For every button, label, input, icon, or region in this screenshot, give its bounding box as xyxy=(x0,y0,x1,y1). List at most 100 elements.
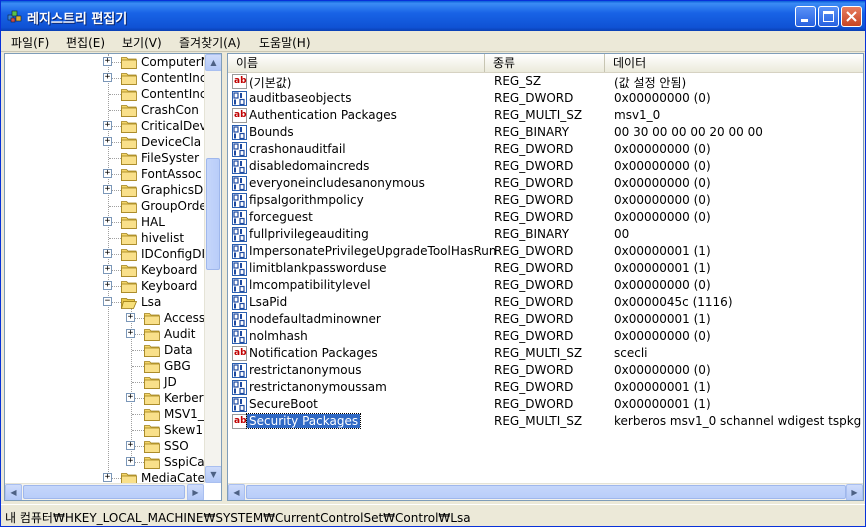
tree-expander-icon[interactable]: + xyxy=(126,393,135,402)
tree-expander-icon[interactable]: + xyxy=(103,57,112,66)
tree-item[interactable]: + ComputerN xyxy=(5,54,210,70)
tree-item[interactable]: + ContentInc xyxy=(5,70,206,86)
tree-expander-icon[interactable]: + xyxy=(103,169,112,178)
registry-value-row[interactable]: auditbaseobjects REG_DWORD 0x00000000 (0) xyxy=(228,90,863,107)
tree-item[interactable]: + DeviceCla xyxy=(5,134,205,150)
binary-value-icon xyxy=(232,363,247,378)
tree-vertical-scrollbar[interactable]: ▲ ▼ xyxy=(204,54,221,483)
tree-item[interactable]: + GraphicsD xyxy=(5,182,205,198)
menu-edit[interactable]: 편집(E) xyxy=(66,34,105,51)
tree-expander-icon[interactable]: + xyxy=(103,473,112,482)
tree-item[interactable]: MSV1_ xyxy=(5,406,205,422)
registry-values-pane[interactable]: 이름 종류 데이터 ab (기본값) REG_SZ (값 설정 안됨) auditbas… xyxy=(227,53,864,501)
value-data: 0x00000001 (1) xyxy=(614,244,711,258)
tree-item[interactable]: hivelist xyxy=(5,230,205,246)
tree-item[interactable]: + HAL xyxy=(5,214,205,230)
registry-value-row[interactable]: ab Notification Packages REG_MULTI_SZ scecl… xyxy=(228,345,863,362)
tree-item[interactable]: + Kerber xyxy=(5,390,205,406)
menu-file[interactable]: 파일(F) xyxy=(11,34,49,51)
tree-item[interactable]: + SspiCa xyxy=(5,454,205,470)
maximize-button[interactable] xyxy=(818,6,839,27)
tree-horizontal-scrollbar[interactable]: ◀ ▶ xyxy=(5,483,204,500)
tree-scroll-thumb[interactable] xyxy=(206,158,220,270)
tree-item[interactable]: + CriticalDev xyxy=(5,118,207,134)
tree-item-label: Skew1 xyxy=(164,423,203,437)
tree-item[interactable]: − Lsa xyxy=(5,294,205,310)
tree-expander-icon[interactable]: + xyxy=(103,185,112,194)
column-header-type[interactable]: 종류 xyxy=(485,54,605,72)
tree-item-label: JD xyxy=(164,375,177,389)
registry-value-row[interactable]: LsaPid REG_DWORD 0x0000045c (1116) xyxy=(228,294,863,311)
minimize-button[interactable] xyxy=(795,6,816,27)
registry-value-row[interactable]: ab Security Packages REG_MULTI_SZ kerberos … xyxy=(228,413,863,430)
tree-expander-icon[interactable]: + xyxy=(126,313,135,322)
scroll-left-button[interactable]: ◀ xyxy=(228,484,245,500)
tree-expander-icon[interactable]: + xyxy=(126,329,135,338)
column-header-name[interactable]: 이름 xyxy=(228,54,485,72)
folder-icon xyxy=(121,153,137,165)
menu-help[interactable]: 도움말(H) xyxy=(259,34,311,51)
menu-favorites[interactable]: 즐겨찾기(A) xyxy=(179,34,241,51)
tree-item[interactable]: + SSO xyxy=(5,438,205,454)
tree-item[interactable]: + Audit xyxy=(5,326,205,342)
scroll-right-button[interactable]: ▶ xyxy=(187,484,204,500)
registry-tree-pane[interactable]: + ComputerN + ContentInc ContentInc CrashCon +… xyxy=(4,53,222,501)
registry-value-row[interactable]: Bounds REG_BINARY 00 30 00 00 00 20 00 00 xyxy=(228,124,863,141)
scroll-down-button[interactable]: ▼ xyxy=(205,466,221,483)
tree-expander-icon[interactable]: + xyxy=(103,281,112,290)
registry-value-row[interactable]: everyoneincludesanonymous REG_DWORD 0x0000… xyxy=(228,175,863,192)
tree-expander-icon[interactable]: + xyxy=(103,137,112,146)
tree-item[interactable]: + FontAssoc xyxy=(5,166,205,182)
tree-item[interactable]: ContentInc xyxy=(5,86,206,102)
tree-expander-icon[interactable]: + xyxy=(103,73,112,82)
tree-expander-icon[interactable]: + xyxy=(103,121,112,130)
registry-value-row[interactable]: crashonauditfail REG_DWORD 0x00000000 (0) xyxy=(228,141,863,158)
registry-value-row[interactable]: ab (기본값) REG_SZ (값 설정 안됨) xyxy=(228,73,863,90)
registry-value-row[interactable]: nodefaultadminowner REG_DWORD 0x00000001 (… xyxy=(228,311,863,328)
values-horizontal-scrollbar[interactable]: ◀ ▶ xyxy=(228,483,863,500)
value-data: 0x00000000 (0) xyxy=(614,176,711,190)
registry-value-row[interactable]: fullprivilegeauditing REG_BINARY 00 xyxy=(228,226,863,243)
registry-value-row[interactable]: disabledomaincreds REG_DWORD 0x00000000 (0… xyxy=(228,158,863,175)
tree-item[interactable]: GBG xyxy=(5,358,205,374)
registry-value-row[interactable]: lmcompatibilitylevel REG_DWORD 0x00000000 … xyxy=(228,277,863,294)
registry-value-row[interactable]: ImpersonatePrivilegeUpgradeToolHasRun REG… xyxy=(228,243,863,260)
registry-value-row[interactable]: limitblankpassworduse REG_DWORD 0x00000001… xyxy=(228,260,863,277)
close-button[interactable] xyxy=(841,6,862,27)
column-header-data[interactable]: 데이터 xyxy=(605,54,863,72)
registry-value-row[interactable]: restrictanonymous REG_DWORD 0x00000000 (0) xyxy=(228,362,863,379)
value-name: Bounds xyxy=(249,125,294,139)
tree-item-label: SspiCa xyxy=(164,455,205,469)
tree-expander-icon[interactable]: + xyxy=(126,457,135,466)
registry-value-row[interactable]: SecureBoot REG_DWORD 0x00000001 (1) xyxy=(228,396,863,413)
tree-expander-icon[interactable]: + xyxy=(103,265,112,274)
scroll-left-button[interactable]: ◀ xyxy=(5,484,22,500)
registry-value-row[interactable]: restrictanonymoussam REG_DWORD 0x00000001 … xyxy=(228,379,863,396)
scroll-right-button[interactable]: ▶ xyxy=(846,484,863,500)
tree-item[interactable]: JD xyxy=(5,374,205,390)
tree-item[interactable]: Data xyxy=(5,342,205,358)
registry-value-row[interactable]: forceguest REG_DWORD 0x00000000 (0) xyxy=(228,209,863,226)
tree-item[interactable]: Skew1 xyxy=(5,422,205,438)
tree-expander-icon[interactable]: + xyxy=(103,217,112,226)
tree-expander-icon[interactable]: + xyxy=(103,249,112,258)
registry-value-row[interactable]: fipsalgorithmpolicy REG_DWORD 0x00000000 (… xyxy=(228,192,863,209)
tree-item[interactable]: + Access xyxy=(5,310,205,326)
menu-view[interactable]: 보기(V) xyxy=(122,34,162,51)
scroll-up-button[interactable]: ▲ xyxy=(205,54,221,71)
tree-hscroll-thumb[interactable] xyxy=(23,485,185,499)
tree-expander-icon[interactable]: + xyxy=(126,441,135,450)
registry-value-row[interactable]: nolmhash REG_DWORD 0x00000000 (0) xyxy=(228,328,863,345)
tree-item[interactable]: + IDConfigDI xyxy=(5,246,205,262)
values-scroll-thumb[interactable] xyxy=(246,485,846,499)
tree-item[interactable]: + Keyboard xyxy=(5,278,205,294)
tree-item[interactable]: + Keyboard xyxy=(5,262,205,278)
tree-item-label: Kerber xyxy=(164,391,204,405)
tree-expander-icon[interactable]: − xyxy=(103,297,112,306)
tree-item[interactable]: FileSyster xyxy=(5,150,205,166)
tree-item[interactable]: GroupOrde xyxy=(5,198,207,214)
tree-item[interactable]: CrashCon xyxy=(5,102,205,118)
value-data: 0x0000045c (1116) xyxy=(614,295,733,309)
registry-value-row[interactable]: ab Authentication Packages REG_MULTI_SZ msv… xyxy=(228,107,863,124)
title-bar[interactable]: 레지스트리 편집기 xyxy=(1,1,865,31)
